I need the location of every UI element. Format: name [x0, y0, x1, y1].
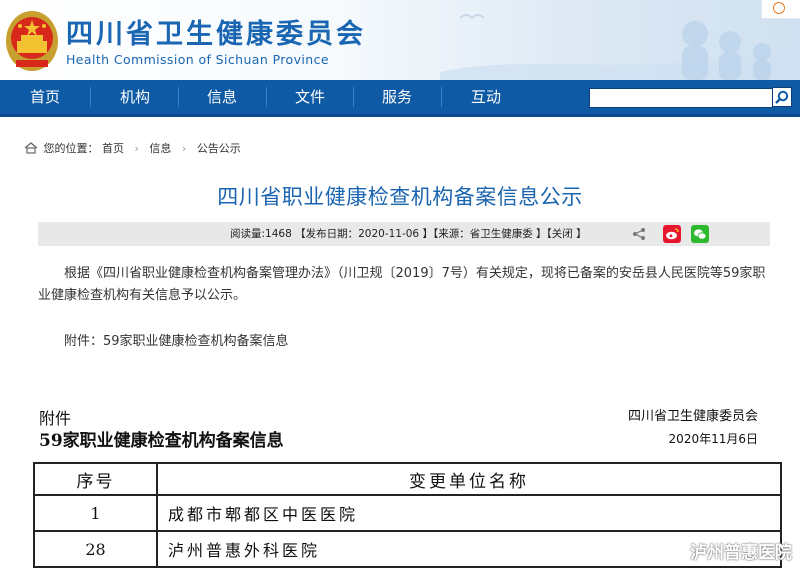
site-header: 四川省卫生健康委员会 Health Commission of Sichuan … — [0, 0, 800, 80]
nav-divider — [178, 87, 179, 107]
watermark: 泸州普惠医院 — [666, 538, 792, 563]
wechat-watermark-icon — [666, 545, 686, 561]
table-cell-name: 成都市郫都区中医医院 — [156, 494, 782, 532]
nav-item-info[interactable]: 信息 — [187, 80, 257, 114]
nav-divider — [266, 87, 267, 107]
article-title: 四川省职业健康检查机构备案信息公示 — [217, 185, 583, 209]
site-title: 四川省卫生健康委员会 — [66, 19, 366, 50]
corner-button[interactable] — [761, 0, 800, 19]
breadcrumb: 您的位置： 首页 › 信息 › 公告公示 — [24, 140, 241, 156]
article-meta: 阅读量:1468 【发布日期：2020-11-06 】【来源：省卫生健康委 】【… — [230, 228, 587, 240]
site-subtitle: Health Commission of Sichuan Province — [66, 52, 329, 67]
attachment-org: 四川省卫生健康委员会 — [627, 409, 758, 424]
article-paragraph: 根据《四川省职业健康检查机构备案管理办法》（川卫规〔2019〕7号）有关规定，现… — [38, 266, 766, 303]
nav-item-interaction[interactable]: 互动 — [451, 80, 521, 114]
table-header-row: 序号 变更单位名称 — [33, 462, 782, 496]
nav-item-documents[interactable]: 文件 — [275, 80, 345, 114]
nav-item-home[interactable]: 首页 — [10, 80, 80, 114]
attachment-date: 2020年11月6日 — [668, 432, 758, 446]
header-decoration — [440, 14, 800, 80]
attachment-title: 59家职业健康检查机构备案信息 — [39, 431, 284, 451]
nav-divider — [441, 87, 442, 107]
nav-item-organization[interactable]: 机构 — [100, 80, 170, 114]
table-header-no: 序号 — [33, 462, 158, 496]
article-meta-bar: 阅读量:1468 【发布日期：2020-11-06 】【来源：省卫生健康委 】【… — [38, 222, 770, 246]
search-icon — [775, 90, 789, 104]
breadcrumb-home[interactable]: 首页 — [102, 142, 124, 155]
search-input[interactable] — [589, 88, 773, 108]
table-row: 1 成都市郫都区中医医院 — [33, 494, 782, 532]
circle-icon — [773, 2, 785, 14]
breadcrumb-separator: › — [181, 141, 187, 155]
share-icon[interactable] — [632, 227, 646, 241]
national-emblem-icon — [6, 11, 58, 71]
breadcrumb-separator: › — [134, 141, 139, 155]
nav-item-services[interactable]: 服务 — [362, 80, 432, 114]
watermark-text: 泸州普惠医院 — [690, 543, 792, 563]
nav-divider — [90, 87, 91, 107]
weibo-icon[interactable] — [663, 225, 681, 243]
breadcrumb-prefix: 您的位置： — [43, 142, 99, 155]
home-icon — [24, 142, 38, 154]
table-cell-no: 28 — [33, 530, 158, 568]
table-header-name: 变更单位名称 — [156, 462, 782, 496]
breadcrumb-info[interactable]: 信息 — [149, 142, 171, 155]
search-button[interactable] — [772, 87, 792, 107]
breadcrumb-announcements[interactable]: 公告公示 — [197, 142, 241, 155]
table-cell-no: 1 — [33, 494, 158, 532]
wechat-icon[interactable] — [691, 225, 709, 243]
article-attachment-note: 附件：59家职业健康检查机构备案信息 — [64, 334, 289, 349]
nav-divider — [353, 87, 354, 107]
